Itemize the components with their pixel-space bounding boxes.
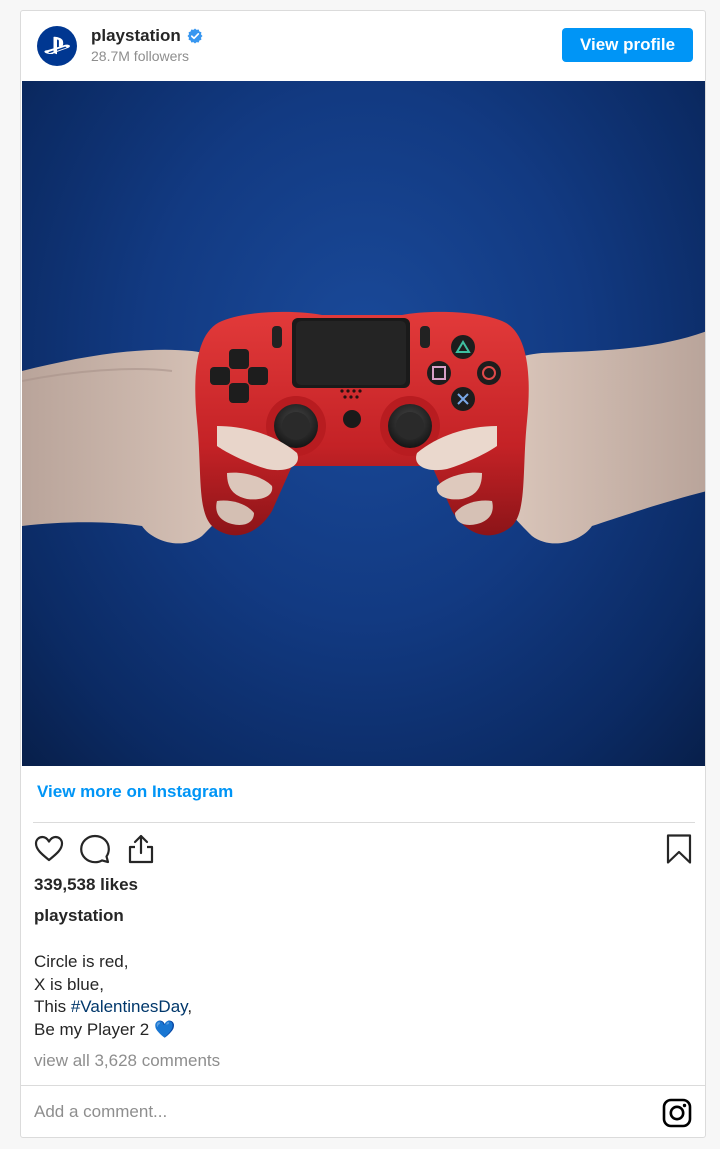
add-comment-input[interactable]: [34, 1097, 634, 1127]
avatar[interactable]: [37, 26, 77, 66]
post-header: playstation 28.7M followers View profile: [21, 11, 705, 80]
caption-line: X is blue,: [34, 974, 104, 994]
caption-username[interactable]: playstation: [34, 906, 124, 926]
followers-count: 28.7M followers: [91, 48, 190, 64]
comment-icon[interactable]: [79, 833, 111, 865]
view-profile-button[interactable]: View profile: [562, 28, 693, 62]
caption-line: Be my Player 2 💙: [34, 1019, 176, 1039]
playstation-logo-icon: [44, 36, 70, 55]
view-all-comments-link[interactable]: view all 3,628 comments: [34, 1051, 220, 1071]
caption-text: This: [34, 997, 71, 1016]
username-link[interactable]: playstation: [91, 26, 203, 46]
divider: [21, 1085, 705, 1086]
post-caption: Circle is red, X is blue, This #Valentin…: [34, 951, 192, 1041]
post-image[interactable]: [22, 81, 705, 766]
username-label: playstation: [91, 26, 181, 45]
controller-photo-illustration: [22, 311, 705, 544]
caption-text: ,: [187, 997, 193, 1016]
heart-icon[interactable]: [33, 833, 65, 865]
view-more-on-instagram-link[interactable]: View more on Instagram: [37, 782, 233, 802]
verified-badge-icon: [187, 28, 203, 44]
caption-line: This #ValentinesDay,: [34, 997, 192, 1016]
share-icon[interactable]: [125, 833, 157, 865]
likes-count[interactable]: 339,538 likes: [34, 875, 138, 895]
instagram-embed-card: playstation 28.7M followers View profile: [20, 10, 706, 1138]
divider: [33, 822, 695, 823]
hashtag-link[interactable]: #ValentinesDay: [71, 997, 188, 1016]
caption-line: Circle is red,: [34, 952, 129, 971]
instagram-logo-icon[interactable]: [661, 1097, 693, 1129]
bookmark-icon[interactable]: [663, 833, 695, 865]
